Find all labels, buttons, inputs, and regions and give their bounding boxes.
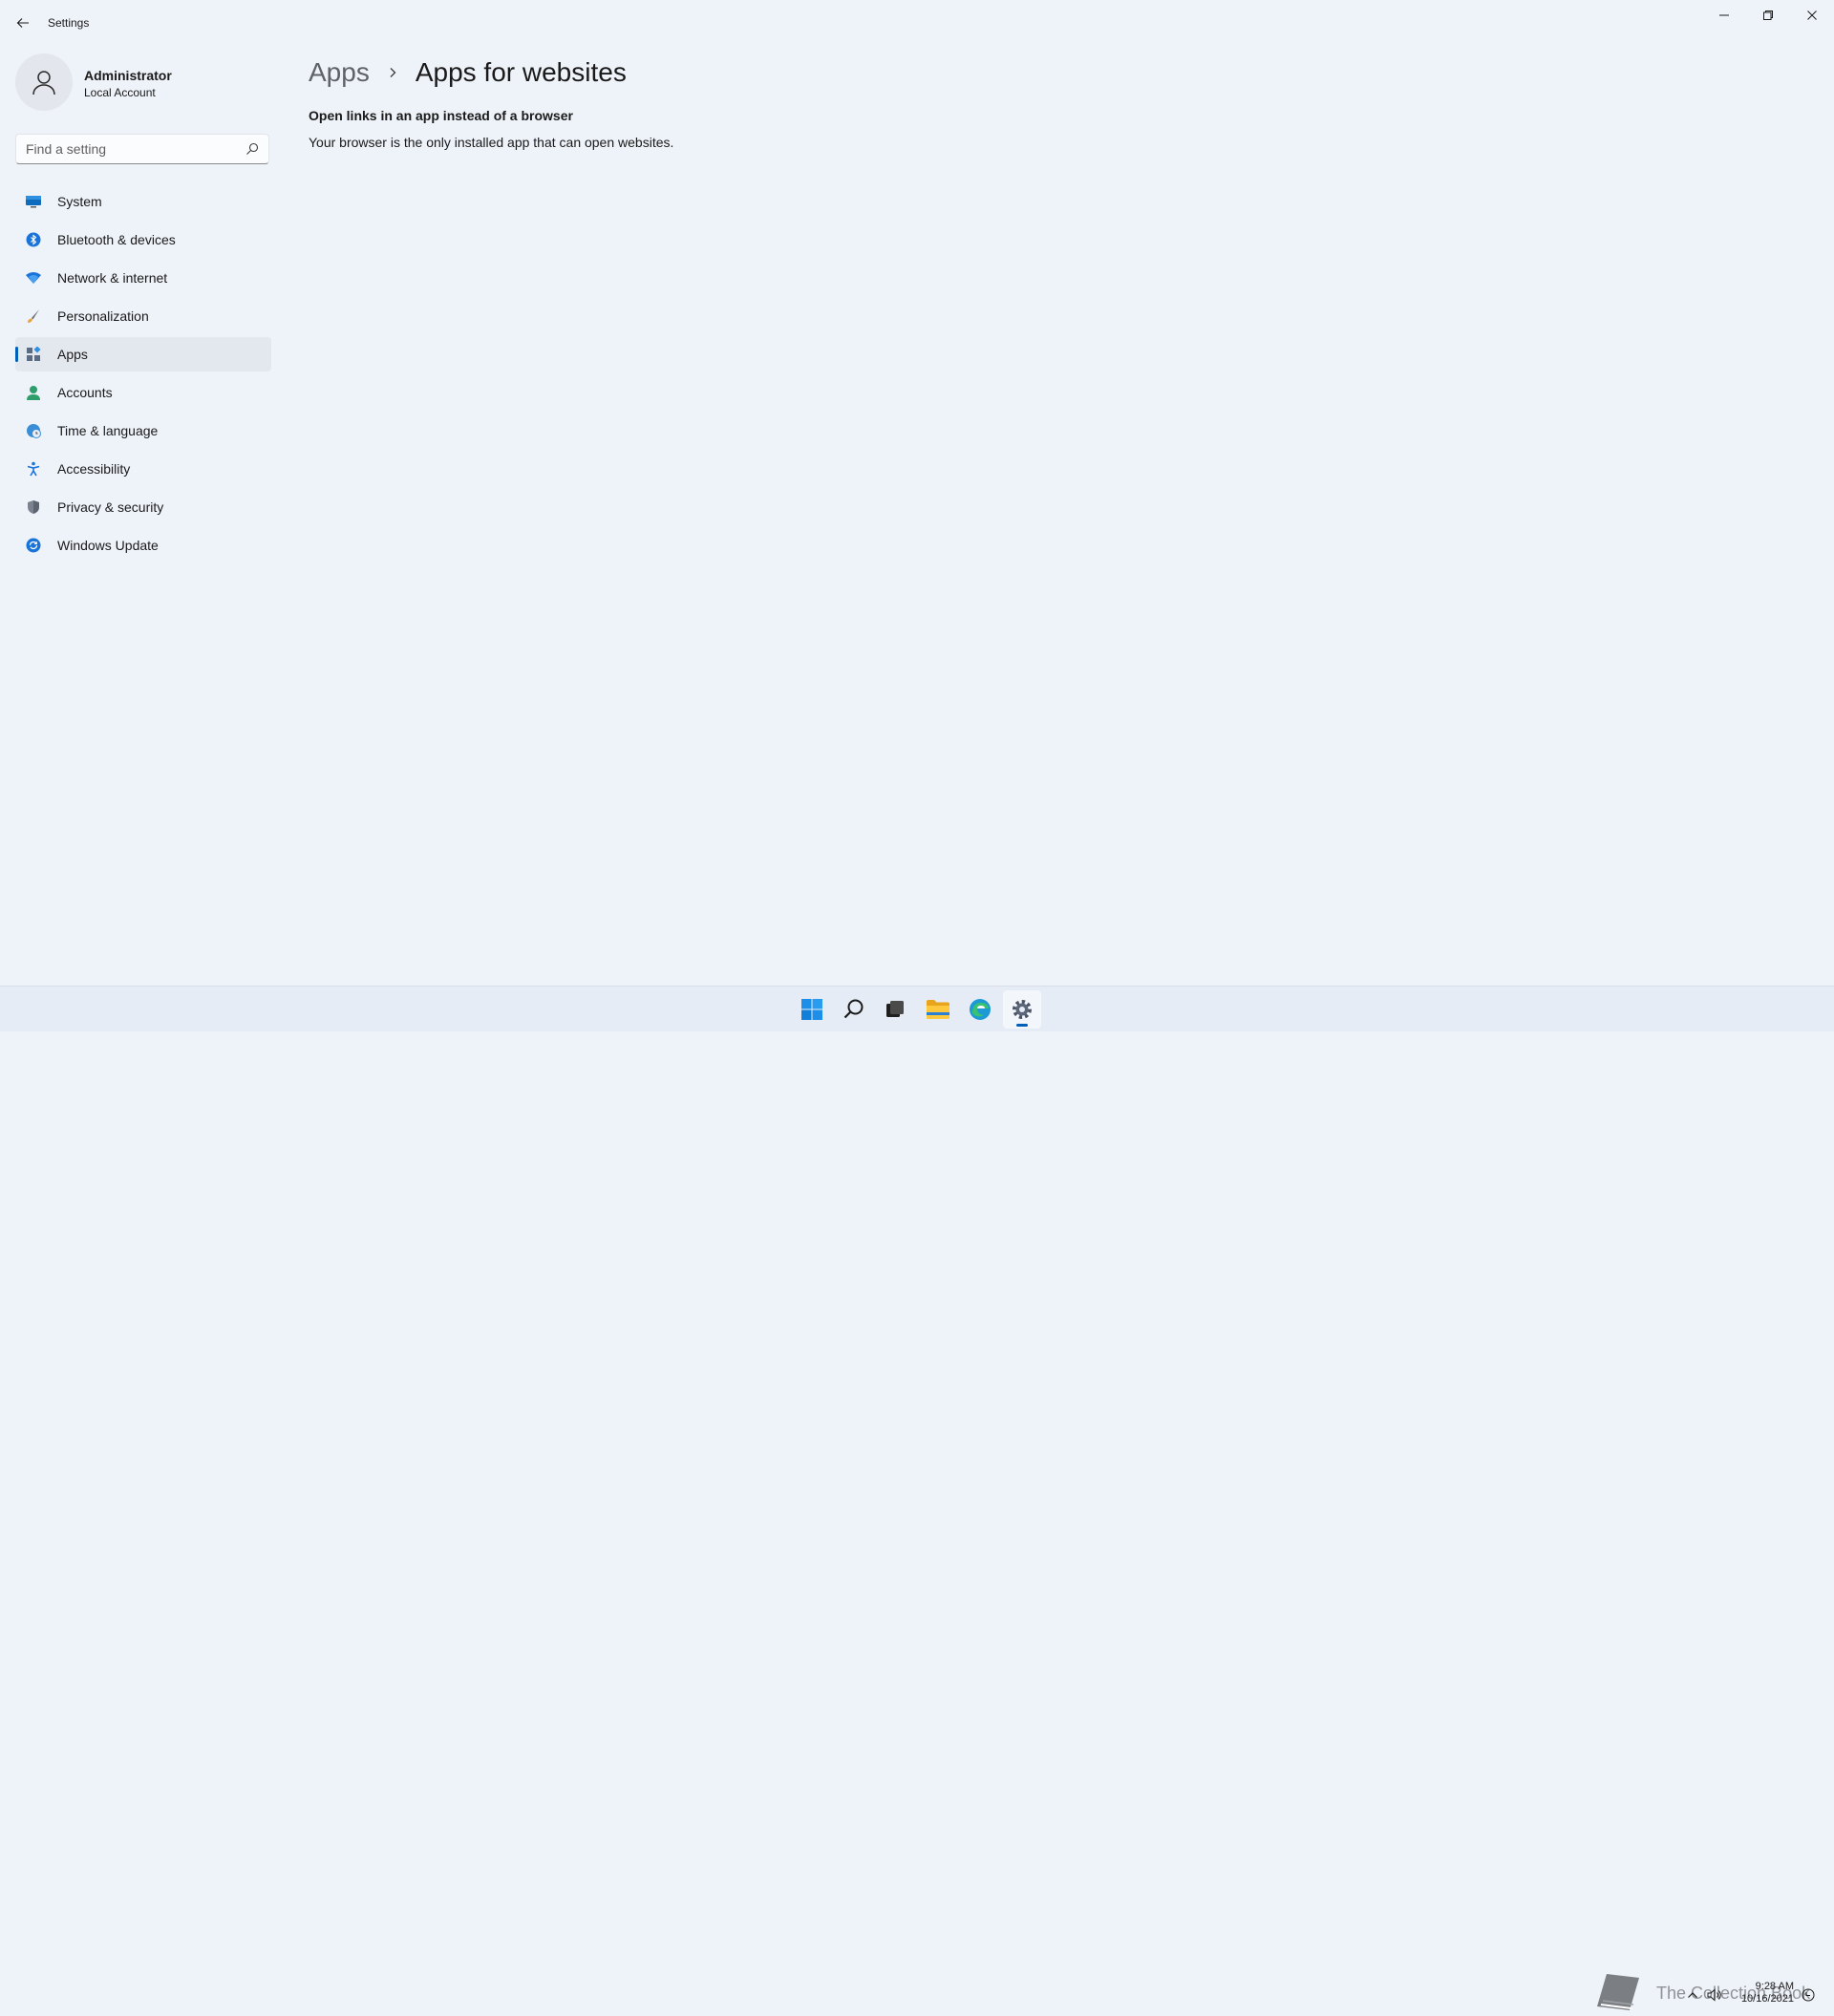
- app-title: Settings: [48, 16, 90, 30]
- restore-button[interactable]: [1746, 0, 1790, 31]
- gear-icon: [1013, 1000, 1032, 1019]
- update-icon: [25, 537, 42, 554]
- sidebar-item-label: Privacy & security: [57, 499, 164, 515]
- file-explorer-button[interactable]: [919, 990, 957, 1029]
- windows-logo-icon: [801, 999, 822, 1020]
- sidebar-item-label: Network & internet: [57, 270, 168, 286]
- book-icon: [1597, 1974, 1639, 2010]
- avatar: [15, 53, 73, 111]
- section-description: Your browser is the only installed app t…: [309, 135, 674, 150]
- title-bar: Settings: [0, 0, 1834, 46]
- bluetooth-icon: [25, 231, 42, 248]
- edge-icon: [970, 999, 991, 1020]
- volume-button[interactable]: [1706, 1984, 1723, 2006]
- clock[interactable]: 9:28 AM 10/16/2021: [1727, 1981, 1794, 2005]
- settings-button[interactable]: [1003, 990, 1041, 1029]
- sidebar-item-accounts[interactable]: Accounts: [15, 375, 271, 410]
- notification-icon: [1802, 1988, 1815, 2002]
- user-profile[interactable]: Administrator Local Account: [15, 53, 264, 113]
- sidebar-item-label: Personalization: [57, 308, 149, 324]
- sidebar-item-apps[interactable]: Apps: [15, 337, 271, 371]
- sidebar-item-label: System: [57, 194, 102, 209]
- profile-name: Administrator: [84, 68, 172, 83]
- sidebar-item-privacy-security[interactable]: Privacy & security: [15, 490, 271, 524]
- sidebar-item-personalization[interactable]: Personalization: [15, 299, 271, 333]
- sidebar-item-bluetooth-devices[interactable]: Bluetooth & devices: [15, 223, 271, 257]
- search-box[interactable]: [15, 134, 269, 164]
- task-view-button[interactable]: [876, 990, 914, 1029]
- sidebar-item-label: Windows Update: [57, 538, 159, 553]
- sidebar-item-time-language[interactable]: Time & language: [15, 414, 271, 448]
- task-view-icon: [886, 1001, 904, 1017]
- sidebar-item-label: Apps: [57, 347, 88, 362]
- sidebar-item-label: Bluetooth & devices: [57, 232, 176, 247]
- tray-overflow-button[interactable]: [1685, 1984, 1700, 2006]
- back-arrow-icon: [16, 18, 29, 28]
- accessibility-icon: [25, 460, 42, 477]
- minimize-icon: [1719, 14, 1729, 16]
- search-icon[interactable]: [245, 142, 259, 156]
- person-icon: [25, 384, 42, 401]
- page-title: Apps for websites: [415, 57, 627, 87]
- breadcrumb: Apps Apps for websites: [309, 53, 627, 92]
- sidebar-nav: System Bluetooth & devices Network & int…: [15, 184, 271, 566]
- search-button[interactable]: [835, 990, 873, 1029]
- folder-icon: [927, 1000, 949, 1019]
- sidebar-item-label: Accounts: [57, 385, 113, 400]
- search-input[interactable]: [16, 135, 245, 163]
- profile-account-type: Local Account: [84, 86, 156, 99]
- start-button[interactable]: [793, 990, 831, 1029]
- wifi-icon: [25, 269, 42, 286]
- restore-icon: [1763, 11, 1773, 20]
- breadcrumb-parent-apps[interactable]: Apps: [309, 57, 370, 88]
- section-heading: Open links in an app instead of a browse…: [309, 108, 573, 123]
- sidebar-item-accessibility[interactable]: Accessibility: [15, 452, 271, 486]
- user-icon: [32, 71, 55, 95]
- brush-icon: [25, 308, 42, 325]
- notifications-button[interactable]: [1800, 1984, 1817, 2006]
- sidebar-item-label: Accessibility: [57, 461, 131, 477]
- globe-clock-icon: [25, 422, 42, 439]
- sidebar-item-system[interactable]: System: [15, 184, 271, 219]
- sidebar-item-windows-update[interactable]: Windows Update: [15, 528, 271, 562]
- sidebar-item-label: Time & language: [57, 423, 159, 438]
- edge-button[interactable]: [961, 990, 999, 1029]
- sidebar-item-network-internet[interactable]: Network & internet: [15, 261, 271, 295]
- chevron-up-icon: [1688, 1992, 1697, 1998]
- monitor-icon: [25, 193, 42, 210]
- clock-date: 10/16/2021: [1740, 1993, 1794, 2005]
- shield-icon: [25, 499, 42, 516]
- clock-time: 9:28 AM: [1755, 1981, 1794, 1992]
- close-button[interactable]: [1790, 0, 1834, 31]
- active-indicator: [15, 347, 18, 362]
- back-button[interactable]: [11, 11, 34, 34]
- active-app-indicator: [1016, 1024, 1028, 1027]
- minimize-button[interactable]: [1702, 0, 1746, 31]
- speaker-icon: [1707, 1988, 1721, 2002]
- taskbar: The Collection Book 9:28 AM 10/16/2021: [0, 986, 1834, 2010]
- close-icon: [1807, 11, 1817, 20]
- watermark: The Collection Book: [1593, 1970, 1810, 2016]
- chevron-right-icon: [383, 63, 402, 82]
- search-icon: [843, 999, 864, 1019]
- settings-window: Settings Administrator Local Account Fin…: [0, 0, 1834, 986]
- apps-icon: [25, 346, 42, 363]
